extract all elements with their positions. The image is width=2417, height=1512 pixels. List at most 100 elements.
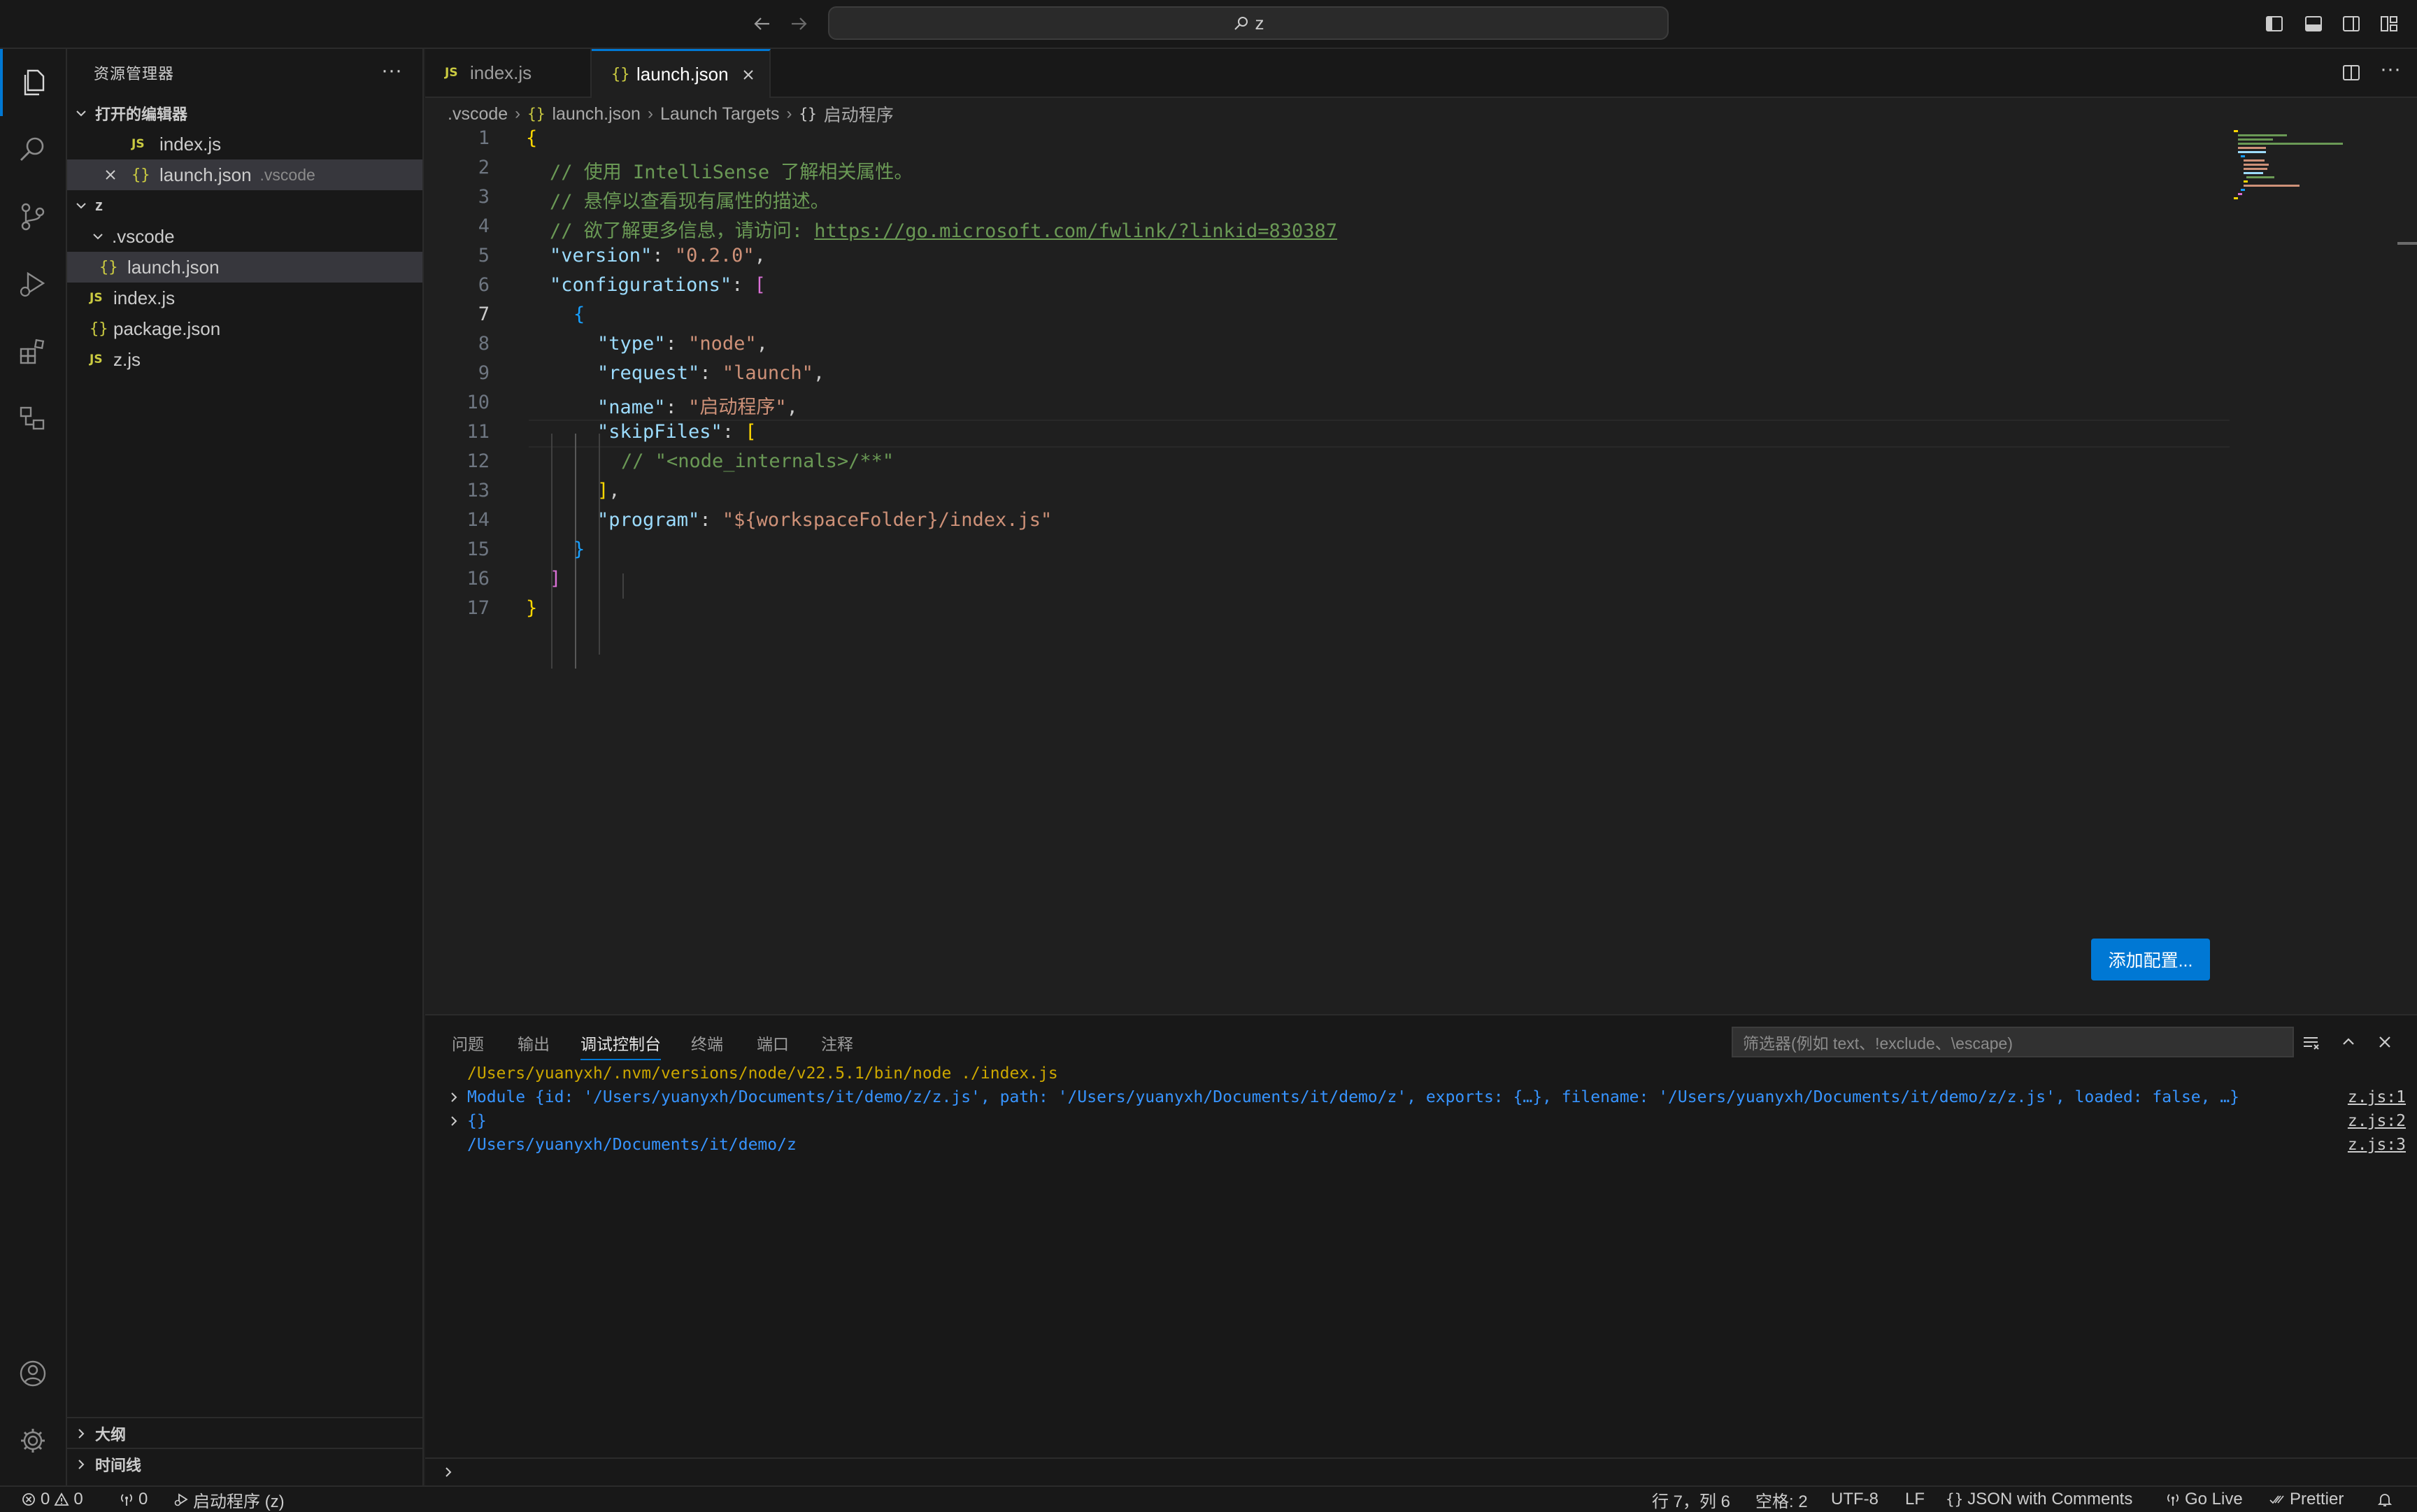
cursor-position[interactable]: 行 7，列 6 bbox=[1652, 1487, 1730, 1512]
code-line: // 使用 IntelliSense 了解相关属性。 bbox=[550, 162, 913, 183]
indent-guide bbox=[551, 434, 552, 669]
tree-item[interactable]: JS index.js bbox=[67, 283, 422, 313]
toggle-panel-icon[interactable] bbox=[2301, 11, 2326, 36]
js-file-icon: JS bbox=[445, 66, 458, 80]
explorer-sidebar: 资源管理器 ··· 打开的编辑器 JS index.js {} launch.j… bbox=[67, 49, 424, 1485]
console-line[interactable]: Module {id: '/Users/yuanyxh/Documents/it… bbox=[467, 1088, 2239, 1106]
code-line: "skipFiles": [ bbox=[597, 421, 757, 443]
minimap[interactable] bbox=[2231, 126, 2357, 210]
notifications-bell-icon[interactable] bbox=[2376, 1487, 2393, 1512]
language-mode-status[interactable]: {} JSON with Comments bbox=[1946, 1487, 2132, 1512]
code-editor[interactable]: 1 2 3 4 5 6 7 8 9 10 11 12 13 14 15 16 1… bbox=[425, 126, 2230, 669]
remote-explorer-icon[interactable] bbox=[0, 385, 66, 452]
go-live-status[interactable]: Go Live bbox=[2165, 1487, 2243, 1512]
tab-index-js[interactable]: JS index.js bbox=[425, 49, 592, 97]
add-configuration-button[interactable]: 添加配置... bbox=[2091, 939, 2210, 980]
explorer-icon[interactable] bbox=[0, 49, 66, 116]
line-number: 6 bbox=[478, 274, 490, 296]
encoding-status[interactable]: UTF-8 bbox=[1831, 1487, 1878, 1512]
open-editor-item[interactable]: JS index.js bbox=[67, 129, 422, 159]
line-number: 14 bbox=[466, 509, 490, 531]
outline-section[interactable]: 大纲 bbox=[67, 1418, 422, 1449]
close-panel-icon[interactable] bbox=[2371, 1028, 2399, 1056]
toggle-secondary-sidebar-icon[interactable] bbox=[2339, 11, 2364, 36]
go-live-label: Go Live bbox=[2185, 1490, 2243, 1509]
tab-ports[interactable]: 端口 bbox=[757, 1031, 789, 1059]
run-debug-icon[interactable] bbox=[0, 250, 66, 318]
line-number: 8 bbox=[478, 333, 490, 355]
breadcrumb-item[interactable]: Launch Targets bbox=[660, 104, 780, 124]
prettier-label: Prettier bbox=[2290, 1490, 2344, 1509]
open-editor-label: index.js bbox=[159, 133, 222, 155]
prettier-status[interactable]: Prettier bbox=[2269, 1487, 2344, 1512]
tree-item[interactable]: {} package.json bbox=[67, 313, 422, 344]
braces-icon: {} bbox=[1946, 1491, 1964, 1508]
command-center-search[interactable]: z bbox=[828, 6, 1669, 40]
close-icon[interactable] bbox=[104, 168, 131, 182]
warning-icon bbox=[54, 1492, 69, 1507]
close-icon[interactable] bbox=[741, 68, 755, 82]
extensions-icon[interactable] bbox=[0, 318, 66, 385]
tab-terminal[interactable]: 终端 bbox=[691, 1031, 723, 1059]
console-source-link[interactable]: z.js:3 bbox=[2348, 1136, 2406, 1154]
debug-console-input[interactable] bbox=[425, 1457, 2417, 1487]
tree-item[interactable]: JS z.js bbox=[67, 344, 422, 375]
tab-comments[interactable]: 注释 bbox=[821, 1031, 853, 1059]
chevron-down-icon bbox=[90, 229, 106, 243]
fwlink[interactable]: https://go.microsoft.com/fwlink/?linkid=… bbox=[814, 220, 1337, 242]
toggle-primary-sidebar-icon[interactable] bbox=[2262, 11, 2287, 36]
open-editors-section[interactable]: 打开的编辑器 bbox=[67, 98, 422, 129]
ports-status[interactable]: 0 bbox=[119, 1487, 148, 1512]
tab-problems[interactable]: 问题 bbox=[452, 1031, 484, 1059]
console-line[interactable]: {} bbox=[467, 1112, 487, 1130]
timeline-section[interactable]: 时间线 bbox=[67, 1449, 422, 1480]
settings-gear-icon[interactable] bbox=[0, 1407, 66, 1474]
code-line: ], bbox=[597, 480, 620, 501]
forward-arrow-icon[interactable] bbox=[785, 10, 813, 38]
error-icon bbox=[21, 1492, 36, 1507]
open-editors-label: 打开的编辑器 bbox=[95, 106, 188, 123]
error-count: 0 bbox=[41, 1490, 50, 1509]
breadcrumb-item[interactable]: .vscode bbox=[448, 104, 508, 124]
breadcrumb-item[interactable]: launch.json bbox=[552, 104, 640, 124]
problems-status[interactable]: 0 0 bbox=[21, 1487, 83, 1512]
maximize-panel-icon[interactable] bbox=[2334, 1028, 2362, 1056]
open-editor-item[interactable]: {} launch.json .vscode bbox=[67, 159, 422, 190]
tab-launch-json[interactable]: {} launch.json bbox=[592, 49, 771, 98]
tree-item[interactable]: {} launch.json bbox=[67, 252, 422, 283]
folder-root-label: z bbox=[95, 197, 103, 214]
tab-label: launch.json bbox=[636, 64, 729, 85]
breadcrumb-item[interactable]: 启动程序 bbox=[824, 101, 894, 127]
sidebar-title: 资源管理器 bbox=[94, 65, 175, 83]
debug-target-status[interactable]: 启动程序 (z) bbox=[173, 1487, 285, 1512]
line-number: 11 bbox=[466, 421, 490, 443]
more-actions-icon[interactable]: ··· bbox=[378, 60, 406, 85]
double-check-icon bbox=[2269, 1492, 2286, 1507]
more-actions-icon[interactable]: ··· bbox=[2376, 59, 2404, 84]
tree-folder-vscode[interactable]: .vscode bbox=[67, 221, 422, 252]
open-editor-folder-hint: .vscode bbox=[259, 165, 315, 184]
chevron-right-icon[interactable] bbox=[448, 1115, 462, 1127]
code-line: "program": "${workspaceFolder}/index.js" bbox=[597, 509, 1053, 531]
console-source-link[interactable]: z.js:2 bbox=[2348, 1112, 2406, 1130]
back-arrow-icon[interactable] bbox=[748, 10, 776, 38]
split-editor-icon[interactable] bbox=[2339, 60, 2364, 85]
chevron-right-icon bbox=[442, 1466, 455, 1478]
chevron-right-icon[interactable] bbox=[448, 1091, 462, 1104]
tree-item-label: launch.json bbox=[127, 256, 220, 278]
search-icon[interactable] bbox=[0, 116, 66, 183]
console-source-link[interactable]: z.js:1 bbox=[2348, 1088, 2406, 1106]
source-control-icon[interactable] bbox=[0, 183, 66, 250]
customize-layout-icon[interactable] bbox=[2376, 11, 2402, 36]
tree-item-label: z.js bbox=[113, 348, 141, 370]
indentation-status[interactable]: 空格: 2 bbox=[1755, 1487, 1808, 1512]
folder-root[interactable]: z bbox=[67, 190, 422, 221]
tab-debug-console[interactable]: 调试控制台 bbox=[580, 1031, 661, 1060]
clear-console-icon[interactable] bbox=[2297, 1028, 2325, 1056]
eol-status[interactable]: LF bbox=[1905, 1487, 1925, 1512]
console-filter-input[interactable]: 筛选器(例如 text、!exclude、\escape) bbox=[1732, 1027, 2294, 1057]
json-file-icon: {} bbox=[527, 106, 546, 122]
chevron-right-icon: › bbox=[647, 104, 653, 123]
tab-output[interactable]: 输出 bbox=[518, 1031, 550, 1059]
accounts-icon[interactable] bbox=[0, 1340, 66, 1407]
